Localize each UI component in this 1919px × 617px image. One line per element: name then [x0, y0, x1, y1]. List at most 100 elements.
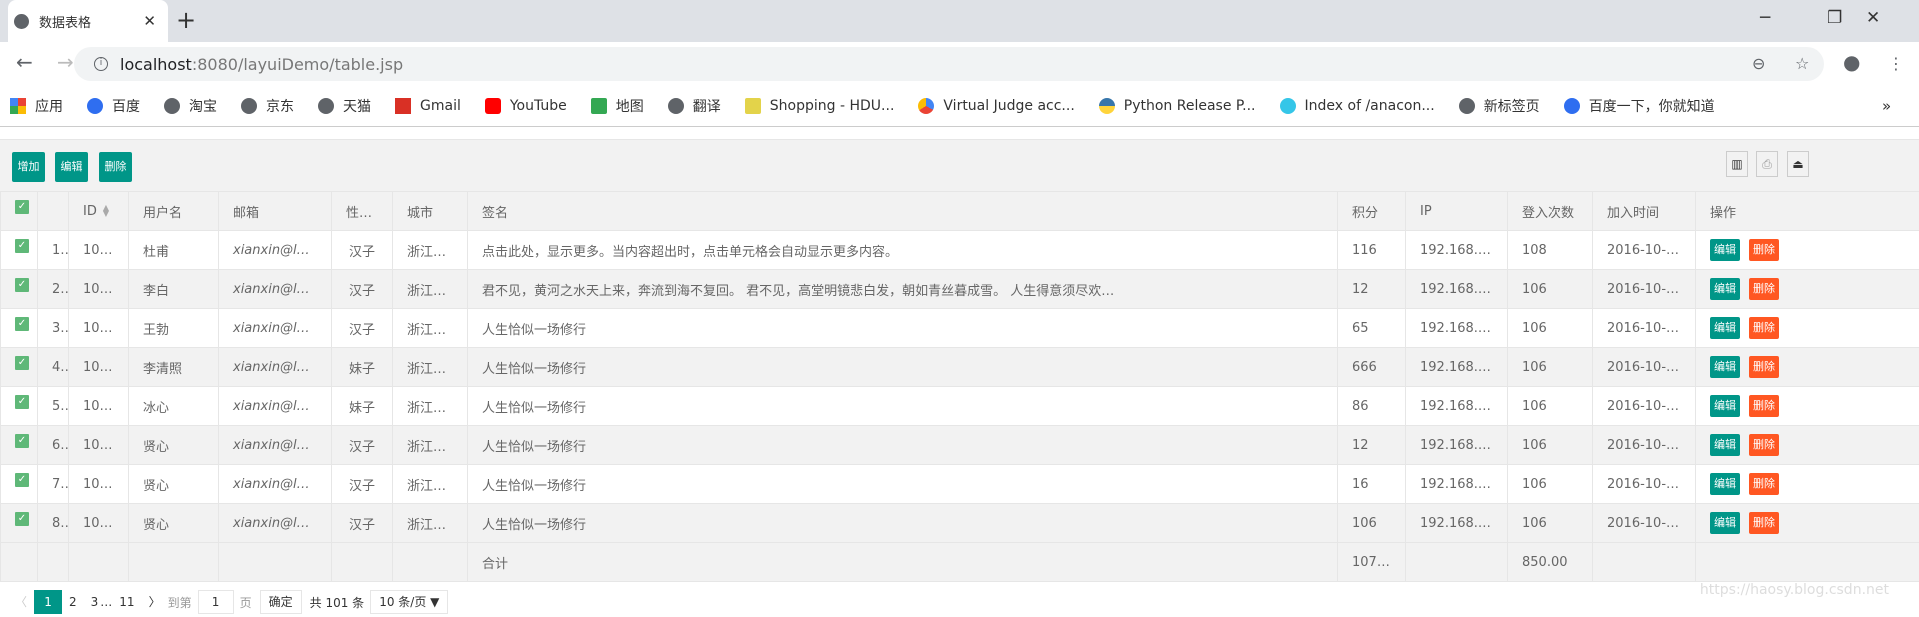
cell-sign[interactable]: 君不见，黄河之水天上来，奔流到海不复回。 君不见，高堂明镜悲白发，朝如青丝暮成雪… — [468, 270, 1338, 309]
row-index: 1 — [38, 231, 69, 270]
menu-icon[interactable]: ⋮ — [1888, 54, 1904, 73]
page-last[interactable]: 11 — [112, 590, 141, 614]
cell-city: 浙江杭州 — [393, 504, 468, 543]
address-bar[interactable]: i localhost:8080/layuiDemo/table.jsp — [74, 47, 1824, 81]
bookmark-maps[interactable]: 地图 — [591, 96, 644, 116]
cell-sign[interactable]: 点击此处，显示更多。当内容超出时，点击单元格会自动显示更多内容。 — [468, 231, 1338, 270]
close-tab-icon[interactable]: ✕ — [143, 12, 156, 30]
bookmark-translate[interactable]: 翻译 — [668, 96, 721, 116]
bookmark-anaconda[interactable]: Index of /anacon... — [1280, 98, 1435, 114]
cell-joined: 2016-10-14 — [1593, 504, 1696, 543]
row-edit-button[interactable]: 编辑 — [1710, 278, 1740, 300]
bookmark-baidu[interactable]: 百度 — [87, 96, 140, 116]
cell-sex: 妹子 — [332, 348, 393, 387]
next-page[interactable]: 〉 — [142, 590, 168, 614]
window-close-icon[interactable]: ✕ — [1866, 8, 1880, 28]
cell-sign[interactable]: 人生恰似一场修行 — [468, 465, 1338, 504]
profile-icon[interactable]: ● — [1843, 50, 1860, 74]
bookmark-baidu-search[interactable]: 百度一下，你就知道 — [1564, 96, 1715, 116]
columns-filter-icon[interactable]: ▥ — [1726, 151, 1748, 177]
row-delete-button[interactable]: 删除 — [1749, 473, 1779, 495]
row-edit-button[interactable]: 编辑 — [1710, 239, 1740, 261]
browser-tab[interactable]: 数据表格 ✕ — [8, 0, 168, 42]
header-city: 城市 — [393, 192, 468, 231]
row-edit-button[interactable]: 编辑 — [1710, 395, 1740, 417]
export-icon[interactable]: ⏏ — [1787, 151, 1809, 177]
sort-icon[interactable]: ▲▼ — [378, 207, 384, 219]
row-delete-button[interactable]: 删除 — [1749, 434, 1779, 456]
more-bookmarks-icon[interactable]: » — [1882, 97, 1891, 115]
edit-button[interactable]: 编辑 — [55, 152, 88, 182]
row-edit-button[interactable]: 编辑 — [1710, 434, 1740, 456]
row-checkbox[interactable]: ✓ — [1, 465, 38, 504]
bookmark-label: 新标签页 — [1484, 96, 1540, 116]
page-input[interactable]: 1 — [198, 590, 234, 614]
row-delete-button[interactable]: 删除 — [1749, 356, 1779, 378]
table-toolbar: 增加 编辑 删除 ▥ ⎙ ⏏ — [0, 139, 1919, 191]
select-all-checkbox[interactable]: ✓ — [1, 192, 38, 231]
minimize-icon[interactable]: ─ — [1760, 8, 1770, 28]
baidu-icon — [87, 98, 103, 114]
page-1[interactable]: 1 — [34, 590, 62, 614]
cell-actions: 编辑删除 — [1696, 231, 1919, 270]
pagination: 〈 1 2 3 … 11 〉 到第 1 页 确定 共 101 条 10 条/页 … — [8, 587, 448, 617]
bookmark-taobao[interactable]: 淘宝 — [164, 96, 217, 116]
page-2[interactable]: 2 — [62, 590, 84, 614]
print-icon[interactable]: ⎙ — [1756, 151, 1778, 177]
new-tab-icon[interactable]: + — [176, 6, 196, 34]
row-checkbox[interactable]: ✓ — [1, 231, 38, 270]
cell-sign[interactable]: 人生恰似一场修行 — [468, 348, 1338, 387]
bookmark-youtube[interactable]: YouTube — [485, 98, 567, 114]
zoom-icon[interactable]: ⊖ — [1752, 54, 1765, 73]
row-delete-button[interactable]: 删除 — [1749, 239, 1779, 261]
cell-sign[interactable]: 人生恰似一场修行 — [468, 309, 1338, 348]
row-checkbox[interactable]: ✓ — [1, 348, 38, 387]
cell-logins: 106 — [1508, 465, 1593, 504]
restore-icon[interactable]: ❐ — [1827, 8, 1842, 28]
confirm-button[interactable]: 确定 — [260, 590, 302, 614]
bookmark-vjudge[interactable]: Virtual Judge acc... — [918, 98, 1074, 114]
row-checkbox[interactable]: ✓ — [1, 387, 38, 426]
bookmark-apps[interactable]: 应用 — [10, 96, 63, 116]
page-3[interactable]: 3 — [84, 590, 101, 614]
row-edit-button[interactable]: 编辑 — [1710, 473, 1740, 495]
sort-icon[interactable]: ▲▼ — [103, 205, 109, 217]
row-edit-button[interactable]: 编辑 — [1710, 317, 1740, 339]
row-checkbox[interactable]: ✓ — [1, 270, 38, 309]
cell-sign[interactable]: 人生恰似一场修行 — [468, 387, 1338, 426]
header-sex[interactable]: 性别▲▼ — [332, 192, 393, 231]
delete-button[interactable]: 删除 — [99, 152, 132, 182]
bookmark-star-icon[interactable]: ☆ — [1795, 54, 1809, 73]
cell-sign[interactable]: 人生恰似一场修行 — [468, 504, 1338, 543]
cell-joined: 2016-10-14 — [1593, 348, 1696, 387]
header-id[interactable]: ID▲▼ — [69, 192, 129, 231]
cell-email: xianxin@layui.com — [219, 348, 332, 387]
bookmark-python[interactable]: Python Release P... — [1099, 98, 1256, 114]
per-page-select[interactable]: 10 条/页 ▼ — [370, 590, 448, 614]
bookmark-tmall[interactable]: 天猫 — [318, 96, 371, 116]
bookmark-shopping[interactable]: Shopping - HDU... — [745, 98, 895, 114]
cell-ip: 192.168.0.8 — [1406, 309, 1508, 348]
cell-sign[interactable]: 人生恰似一场修行 — [468, 426, 1338, 465]
row-delete-button[interactable]: 删除 — [1749, 395, 1779, 417]
forward-icon[interactable]: → — [57, 50, 74, 74]
add-button[interactable]: 增加 — [12, 152, 45, 182]
cell-email: xianxin@layui.com — [219, 231, 332, 270]
back-icon[interactable]: ← — [16, 50, 33, 74]
cell-score: 65 — [1338, 309, 1406, 348]
row-checkbox[interactable]: ✓ — [1, 309, 38, 348]
row-checkbox[interactable]: ✓ — [1, 426, 38, 465]
row-delete-button[interactable]: 删除 — [1749, 278, 1779, 300]
prev-page[interactable]: 〈 — [8, 590, 34, 614]
row-delete-button[interactable]: 删除 — [1749, 512, 1779, 534]
row-checkbox[interactable]: ✓ — [1, 504, 38, 543]
row-edit-button[interactable]: 编辑 — [1710, 356, 1740, 378]
bookmark-jd[interactable]: 京东 — [241, 96, 294, 116]
row-delete-button[interactable]: 删除 — [1749, 317, 1779, 339]
bookmark-newtab[interactable]: 新标签页 — [1459, 96, 1540, 116]
row-edit-button[interactable]: 编辑 — [1710, 512, 1740, 534]
info-icon[interactable]: i — [94, 57, 108, 71]
cell-sex: 汉子 — [332, 231, 393, 270]
bookmark-gmail[interactable]: Gmail — [395, 98, 461, 114]
youtube-icon — [485, 98, 501, 114]
